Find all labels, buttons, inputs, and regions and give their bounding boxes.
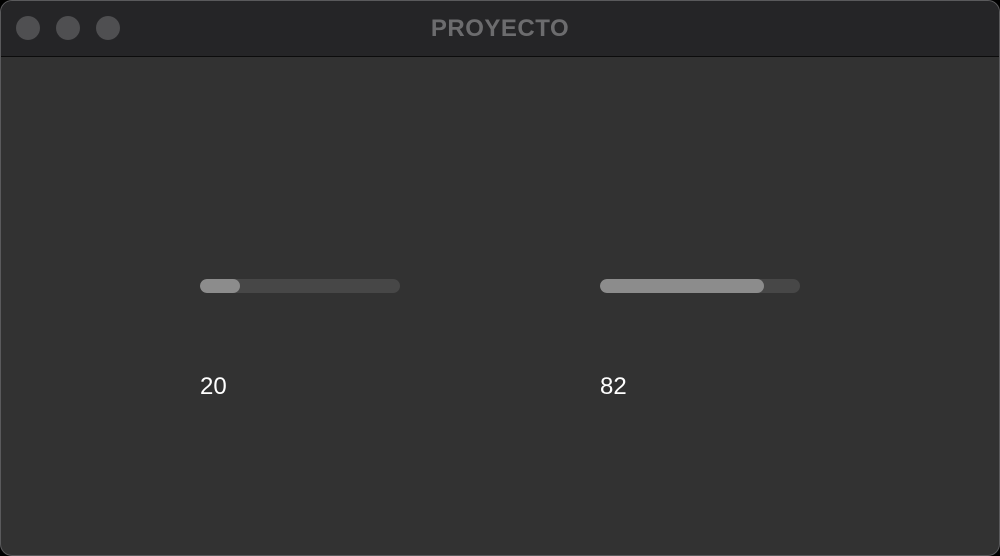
slider-right-fill	[600, 279, 764, 293]
slider-right[interactable]	[600, 279, 800, 293]
window-title: PROYECTO	[430, 15, 570, 42]
slider-left-value: 20	[200, 373, 227, 400]
app-window: PROYECTO 20 82	[0, 0, 1000, 556]
slider-left-fill	[200, 279, 240, 293]
slider-left[interactable]	[200, 279, 400, 293]
title-bar[interactable]: PROYECTO	[1, 1, 999, 57]
slider-right-value: 82	[600, 373, 627, 400]
